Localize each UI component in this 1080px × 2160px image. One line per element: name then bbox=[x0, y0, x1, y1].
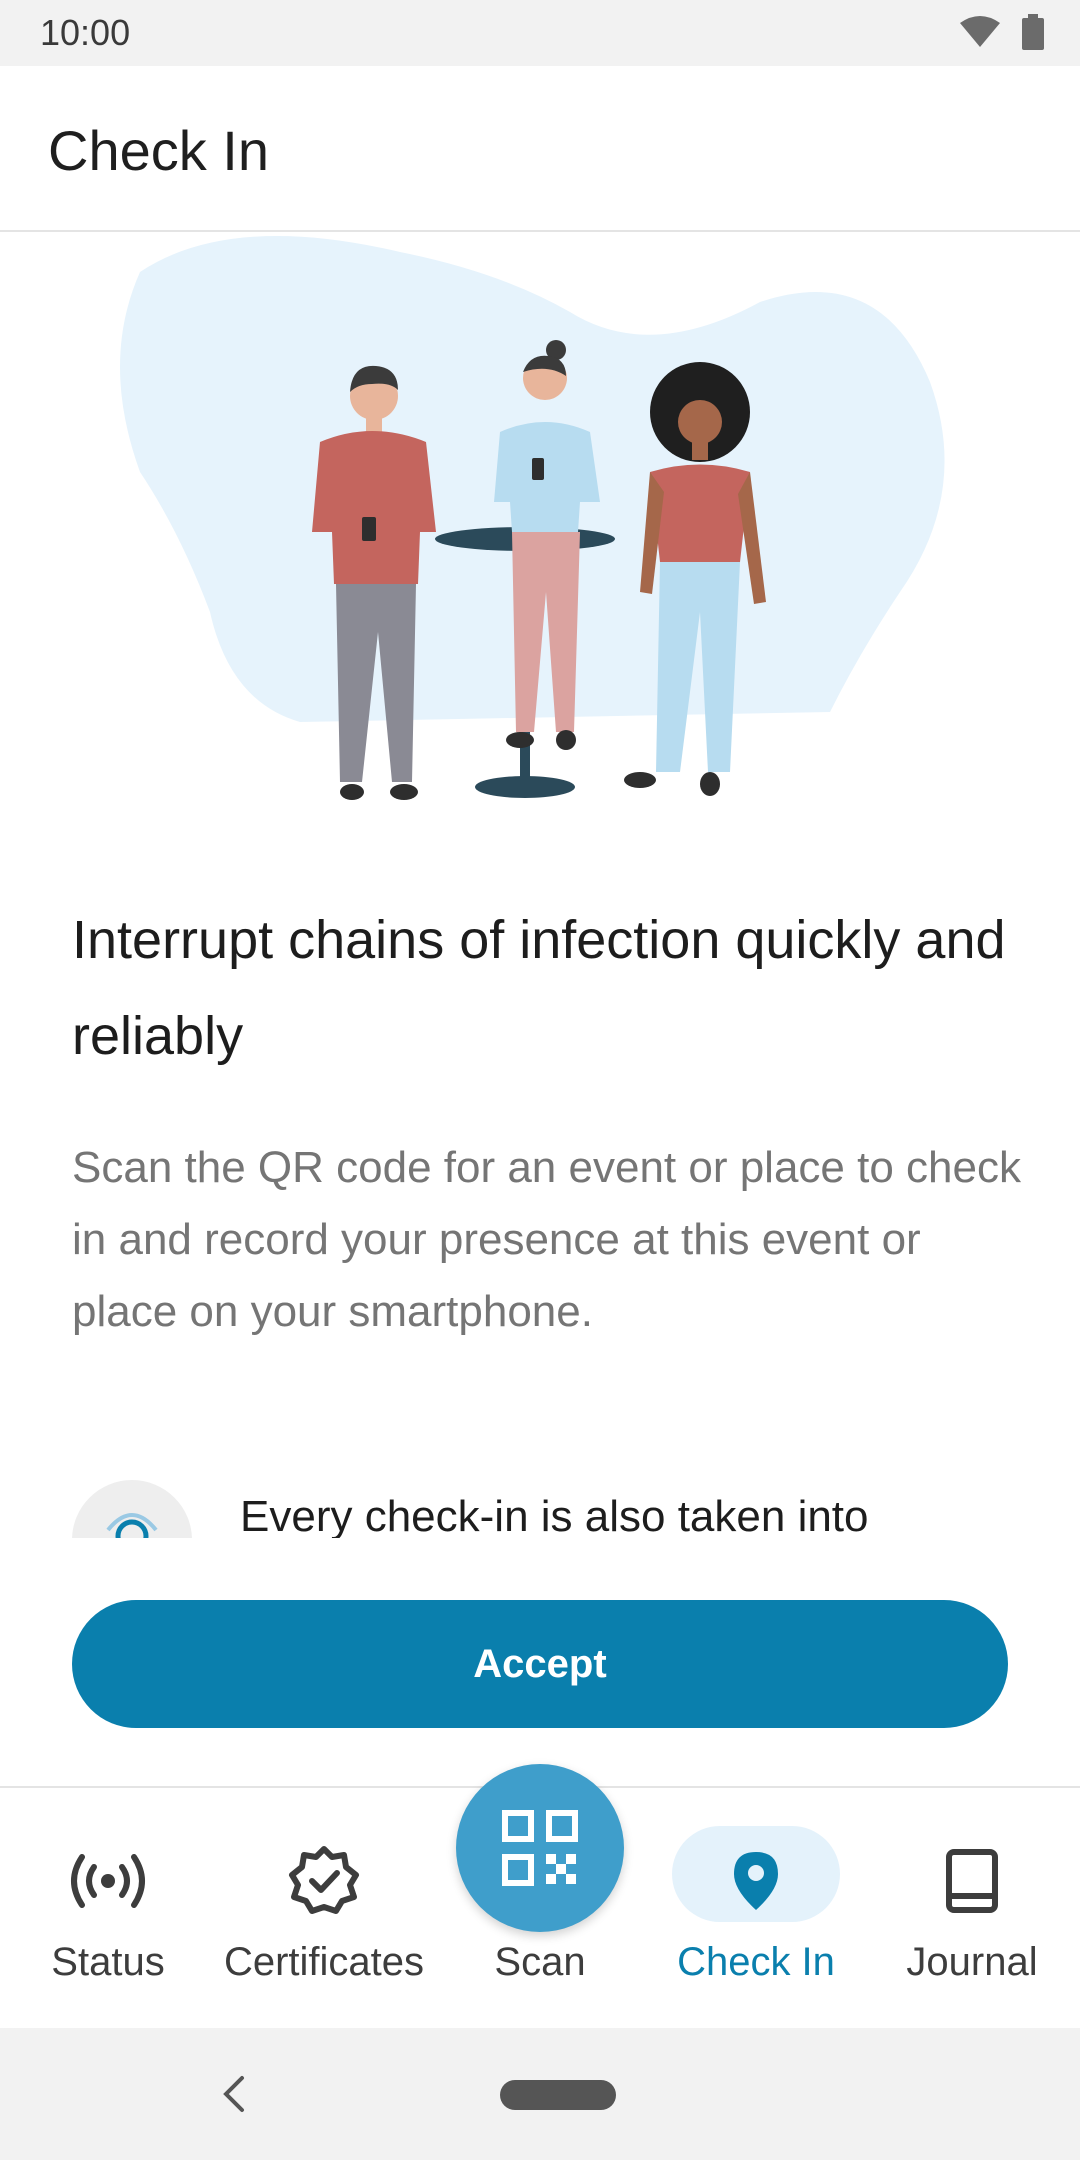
feature-icon-circle bbox=[72, 1480, 192, 1538]
headline: Interrupt chains of infection quickly an… bbox=[72, 910, 1006, 1066]
nav-label-status: Status bbox=[51, 1940, 165, 1984]
nav-item-status[interactable]: Status bbox=[0, 1788, 216, 2028]
status-time: 10:00 bbox=[40, 12, 131, 53]
scan-fab-button[interactable] bbox=[456, 1764, 624, 1932]
contact-tracing-icon bbox=[106, 1513, 158, 1538]
broadcast-icon bbox=[63, 1836, 153, 1926]
accept-button[interactable]: Accept bbox=[72, 1600, 1008, 1728]
page-title: Check In bbox=[48, 119, 269, 182]
book-icon bbox=[927, 1836, 1017, 1926]
location-pin-icon bbox=[711, 1836, 801, 1926]
wifi-icon bbox=[960, 16, 1000, 47]
qr-code-icon bbox=[502, 1810, 578, 1886]
people-checkin-illustration bbox=[120, 236, 945, 800]
app-bar: Check In bbox=[0, 66, 1080, 232]
description-text: Scan the QR code for an event or place t… bbox=[72, 1143, 1021, 1336]
home-pill[interactable] bbox=[500, 2080, 616, 2110]
badge-check-icon bbox=[279, 1836, 369, 1926]
feature-text: Every check-in is also taken into bbox=[240, 1492, 869, 1538]
status-bar: 10:00 bbox=[0, 0, 1080, 66]
feature-row: Every check-in is also taken into bbox=[72, 1480, 1032, 1538]
battery-icon bbox=[1022, 14, 1044, 50]
status-icons bbox=[960, 14, 1044, 50]
nav-label-journal: Journal bbox=[906, 1940, 1038, 1984]
nav-item-certificates[interactable]: Certificates bbox=[216, 1788, 432, 2028]
back-icon[interactable] bbox=[214, 2064, 254, 2124]
nav-label-check-in: Check In bbox=[677, 1940, 835, 1984]
nav-item-check-in[interactable]: Check In bbox=[648, 1788, 864, 2028]
nav-label-scan: Scan bbox=[494, 1940, 586, 1984]
scroll-content[interactable]: Interrupt chains of infection quickly an… bbox=[0, 232, 1080, 1538]
nav-label-certificates: Certificates bbox=[223, 1940, 425, 1984]
nav-item-journal[interactable]: Journal bbox=[864, 1788, 1080, 2028]
